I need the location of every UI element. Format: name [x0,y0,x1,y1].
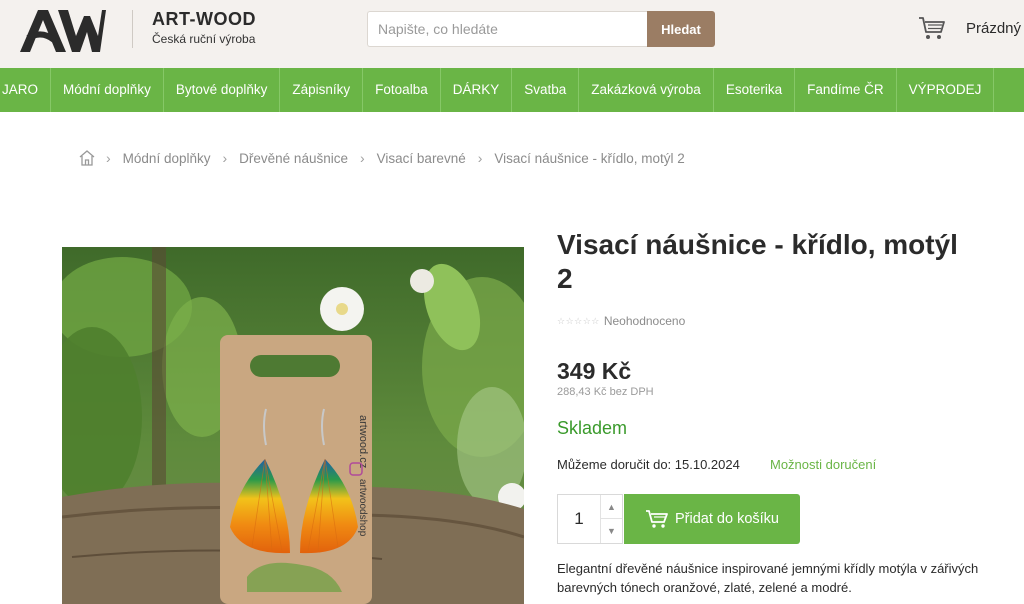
product-rating[interactable]: ☆☆☆☆☆ Neohodnoceno [557,314,685,328]
chevron-up-icon[interactable]: ▲ [600,495,622,519]
product-image[interactable]: artwood.cz artwoodshop [62,247,524,604]
main-navigation: JARO Módní doplňky Bytové doplňky Zápisn… [0,68,1024,112]
card-social-text: artwoodshop [357,479,368,537]
product-price-without-vat: 288,43 Kč bez DPH [557,386,654,398]
artwood-logo[interactable] [18,6,106,54]
nav-item-zakazkova-vyroba[interactable]: Zakázková výroba [579,68,714,112]
cart-icon[interactable] [918,15,946,41]
delivery-date: Můžeme doručit do: 15.10.2024 [557,457,740,472]
product-price: 349 Kč [557,358,632,384]
quantity-input[interactable]: 1 [558,495,600,543]
nav-item-esoterika[interactable]: Esoterika [714,68,796,112]
chevron-right-icon: › [477,150,483,166]
breadcrumb-item-visaci-barevne[interactable]: Visací barevné [377,151,466,166]
brand-name: ART-WOOD [152,9,256,29]
site-header: ART-WOOD Česká ruční výroba Hledat Prázd… [0,0,1024,68]
add-to-cart-button[interactable]: Přidat do košíku [624,494,800,544]
nav-item-vyprodej[interactable]: VÝPRODEJ [897,68,995,112]
quantity-stepper[interactable]: 1 ▲ ▼ [557,494,623,544]
product-description: Elegantní dřevěné náušnice inspirované j… [557,561,979,595]
card-brand-text: artwood.cz [357,415,369,468]
nav-item-modni-doplnky[interactable]: Módní doplňky [51,68,164,112]
breadcrumb: › Módní doplňky › Dřevěné náušnice › Vis… [78,148,697,168]
nav-item-darky[interactable]: DÁRKY [441,68,513,112]
search-input[interactable] [367,11,648,47]
chevron-down-icon[interactable]: ▼ [600,519,622,543]
chevron-right-icon: › [106,150,111,166]
breadcrumb-item-drevene-nausnice[interactable]: Dřevěné náušnice [239,151,348,166]
star-rating-icon: ☆☆☆☆☆ [557,315,600,326]
home-icon[interactable] [78,149,96,167]
delivery-options-link[interactable]: Možnosti doručení [770,457,876,472]
cart-icon [646,510,668,528]
chevron-right-icon: › [222,150,228,166]
rating-label: Neohodnoceno [603,314,686,328]
stock-status: Skladem [557,418,628,438]
brand-subtitle: Česká ruční výroba [152,32,256,46]
nav-item-fotoalba[interactable]: Fotoalba [363,68,441,112]
nav-item-svatba[interactable]: Svatba [512,68,580,112]
cart-status-label[interactable]: Prázdný [966,20,1021,37]
logo-divider [132,10,133,48]
nav-item-fandime-cr[interactable]: Fandíme ČR [795,68,897,112]
add-to-cart-label: Přidat do košíku [675,511,779,527]
breadcrumb-item-current: Visací náušnice - křídlo, motýl 2 [494,150,685,166]
nav-item-bytove-doplnky[interactable]: Bytové doplňky [164,68,281,112]
product-title: Visací náušnice - křídlo, motýl 2 [557,229,958,294]
breadcrumb-item-modni-doplnky[interactable]: Módní doplňky [123,151,211,166]
search-button[interactable]: Hledat [647,11,715,47]
chevron-right-icon: › [359,150,365,166]
nav-item-zapisniky[interactable]: Zápisníky [280,68,364,112]
nav-item-jaro[interactable]: JARO [0,68,52,112]
